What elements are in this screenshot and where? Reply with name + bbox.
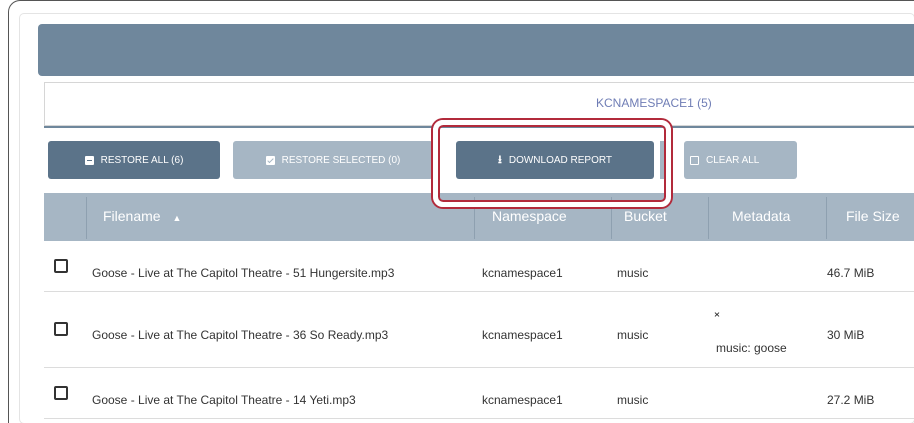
chevron-expand-icon[interactable]: ⌄ ⌃ [712,307,722,325]
row-bucket: music [617,266,649,280]
row-filename: Goose - Live at The Capitol Theatre - 36… [92,328,389,342]
column-divider [826,197,827,239]
header-bar [38,24,914,76]
restore-selected-button[interactable]: RESTORE SELECTED (0) [233,141,433,179]
clear-all-button[interactable]: CLEAR ALL [684,141,797,179]
column-header-metadata[interactable]: Metadata [732,208,790,224]
column-header-filename[interactable]: Filename ▲ [103,208,181,224]
checkbox-checked-icon [265,155,275,165]
row-file-size: 27.2 MiB [827,393,875,407]
clear-all-label: CLEAR ALL [706,154,760,166]
column-header-namespace[interactable]: Namespace [492,208,567,224]
restore-all-button[interactable]: RESTORE ALL (6) [48,141,220,179]
sort-ascending-icon: ▲ [172,213,182,223]
row-filename: Goose - Live at The Capitol Theatre - 14… [92,393,356,407]
row-bucket: music [617,393,649,407]
row-bucket: music [617,328,649,342]
row-namespace: kcnamespace1 [482,328,563,342]
row-metadata: music: goose [716,341,787,355]
row-checkbox[interactable] [54,386,68,400]
row-namespace: kcnamespace1 [482,266,563,280]
row-filename: Goose - Live at The Capitol Theatre - 51… [92,266,395,280]
column-divider [86,197,87,239]
download-report-highlight [433,120,671,207]
archive-icon [84,155,94,165]
row-checkbox[interactable] [54,322,68,336]
column-divider [708,197,709,239]
row-file-size: 30 MiB [827,328,865,342]
row-checkbox[interactable] [54,259,68,273]
restore-all-label: RESTORE ALL (6) [100,154,184,166]
column-header-bucket[interactable]: Bucket [624,208,667,224]
tab-kcnamespace1[interactable]: KCNAMESPACE1 (5) [596,96,712,110]
row-file-size: 46.7 MiB [827,266,875,280]
row-namespace: kcnamespace1 [482,393,563,407]
column-header-file-size[interactable]: File Size [846,208,900,224]
restore-selected-label: RESTORE SELECTED (0) [281,154,401,166]
checkbox-empty-icon [690,155,699,165]
column-header-filename-label: Filename [103,208,161,224]
